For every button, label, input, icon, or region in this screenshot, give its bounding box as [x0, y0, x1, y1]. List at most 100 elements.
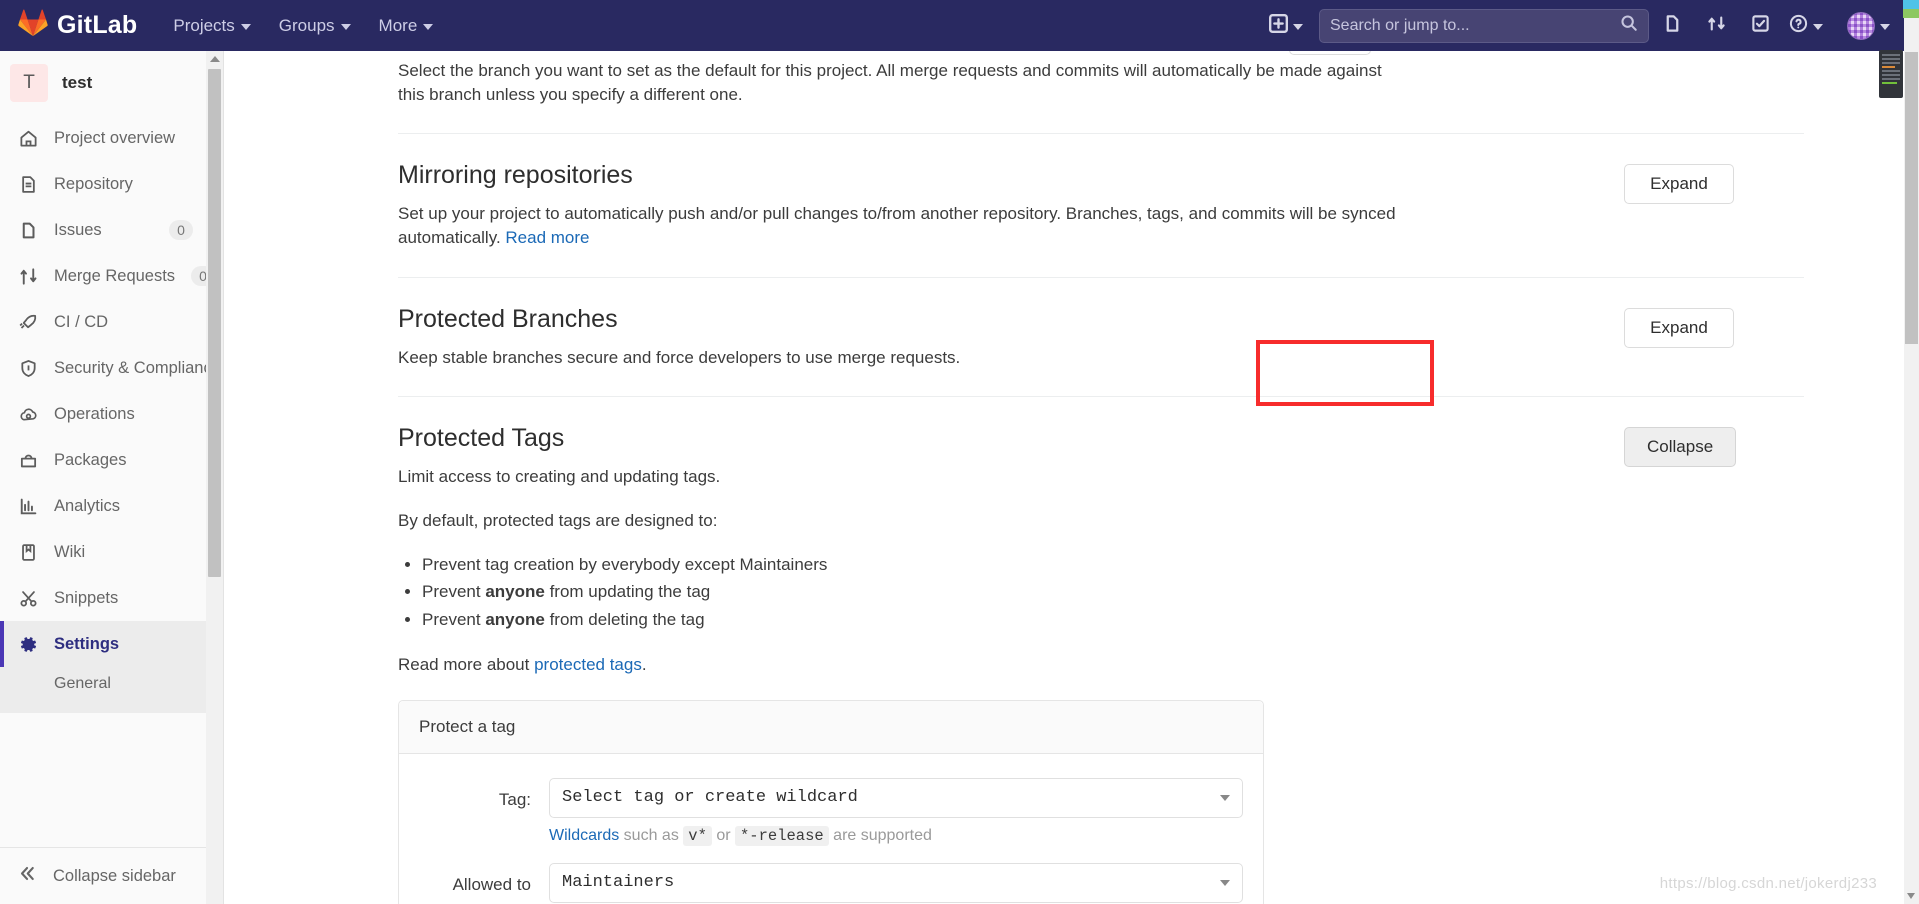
scissors-icon	[18, 589, 38, 608]
sidebar-label: Repository	[54, 174, 133, 193]
new-item-button[interactable]	[1263, 13, 1309, 38]
issues-icon	[18, 221, 38, 240]
allowed-to-label: Allowed to	[452, 874, 531, 894]
mirroring-read-more-link[interactable]: Read more	[505, 228, 589, 247]
sidebar-item-settings[interactable]: Settings	[0, 621, 207, 667]
section-protected-branches-title: Protected Branches	[398, 304, 618, 333]
tag-select-dropdown[interactable]: Select tag or create wildcard	[549, 777, 1243, 818]
bullet-text-bold: anyone	[485, 609, 545, 629]
help-mid-1: such as	[619, 826, 684, 844]
settings-sections: Select the branch you want to set as the…	[398, 51, 1804, 904]
search-input[interactable]	[1330, 16, 1620, 35]
allowed-to-control: Maintainers	[549, 862, 1263, 903]
gitlab-logo-icon	[18, 9, 48, 42]
wildcards-link[interactable]: Wildcards	[549, 827, 619, 844]
nav-projects[interactable]: Projects	[159, 0, 264, 51]
chevron-down-icon	[340, 23, 351, 30]
minimap-line	[1882, 74, 1900, 76]
sidebar-item-merge-requests[interactable]: Merge Requests 0	[0, 253, 207, 299]
nav-groups[interactable]: Groups	[265, 0, 365, 51]
sidebar-scroll-region: T test Project overview Repository Issue…	[0, 51, 207, 904]
section-mirroring-action: Expand	[1624, 160, 1804, 205]
project-sidebar: T test Project overview Repository Issue…	[0, 51, 224, 904]
sidebar-badge-merge-requests: 0	[191, 266, 207, 286]
help-icon	[1789, 14, 1808, 38]
protected-tags-collapse-button[interactable]: Collapse	[1624, 426, 1737, 467]
mirroring-expand-button[interactable]: Expand	[1624, 164, 1734, 205]
sidebar-item-security-compliance[interactable]: Security & Compliance	[0, 345, 207, 391]
allowed-to-form-row: Allowed to Maintainers	[399, 862, 1263, 903]
tag-field-label: Tag:	[498, 789, 531, 809]
bullet-text-pre: Prevent tag creation by everybody except…	[422, 554, 828, 574]
nav-groups-label: Groups	[278, 15, 335, 35]
list-item: Prevent tag creation by everybody except…	[422, 551, 1584, 579]
home-icon	[18, 129, 38, 148]
project-name: test	[62, 73, 93, 92]
rocket-icon	[18, 313, 38, 332]
todos-nav-button[interactable]	[1739, 5, 1781, 47]
sidebar-badge-issues: 0	[169, 220, 193, 240]
merge-requests-nav-button[interactable]	[1695, 5, 1737, 47]
bullet-text-bold: anyone	[485, 582, 545, 602]
chevron-down-icon	[423, 23, 434, 30]
chevron-down-icon	[1220, 879, 1230, 886]
protect-a-tag-card-header: Protect a tag	[399, 700, 1263, 754]
sidebar-label: Wiki	[54, 542, 86, 561]
sidebar-label: Operations	[54, 404, 135, 423]
sidebar-item-operations[interactable]: Operations	[0, 391, 207, 437]
sidebar-item-wiki[interactable]: Wiki	[0, 529, 207, 575]
sidebar-item-analytics[interactable]: Analytics	[0, 483, 207, 529]
section-protected-branches-body: Protected Branches Keep stable branches …	[398, 304, 1624, 370]
section-protected-tags: Protected Tags Limit access to creating …	[398, 397, 1804, 904]
help-button[interactable]	[1783, 14, 1829, 38]
tag-field-control: Select tag or create wildcard Wildcards …	[549, 777, 1263, 846]
tag-select-value: Select tag or create wildcard	[562, 788, 858, 808]
scroll-down-arrow-icon[interactable]	[1907, 893, 1915, 899]
issues-nav-button[interactable]	[1651, 5, 1693, 47]
sidebar-item-packages[interactable]: Packages	[0, 437, 207, 483]
allowed-to-dropdown[interactable]: Maintainers	[549, 862, 1243, 903]
section-default-branch-body: Select the branch you want to set as the…	[398, 51, 1624, 107]
collapse-sidebar-button[interactable]: Collapse sidebar	[0, 847, 207, 904]
nav-more[interactable]: More	[365, 0, 448, 51]
code-minimap-overlay	[1879, 50, 1903, 98]
sidebar-scrollbar-thumb[interactable]	[208, 69, 221, 577]
sidebar-item-settings-general[interactable]: General	[0, 669, 207, 699]
sidebar-item-snippets[interactable]: Snippets	[0, 575, 207, 621]
section-mirroring-title: Mirroring repositories	[398, 161, 633, 190]
minimap-line	[1882, 78, 1900, 80]
sidebar-scrollbar[interactable]	[206, 51, 223, 904]
sidebar-item-project-overview[interactable]: Project overview	[0, 115, 207, 161]
page-scrollbar-thumb[interactable]	[1905, 52, 1918, 344]
section-protected-tags-action: Collapse	[1624, 423, 1804, 467]
section-mirroring-body: Mirroring repositories Set up your proje…	[398, 160, 1624, 250]
search-box[interactable]	[1319, 8, 1649, 43]
protected-branches-expand-button[interactable]: Expand	[1624, 307, 1734, 348]
section-mirroring-repositories: Mirroring repositories Set up your proje…	[398, 134, 1804, 278]
sidebar-item-repository[interactable]: Repository	[0, 161, 207, 207]
todos-icon	[1751, 14, 1770, 38]
help-mid-2: or	[711, 826, 735, 844]
gitlab-brand[interactable]: GitLab	[18, 9, 137, 42]
scroll-up-arrow-icon[interactable]	[209, 56, 220, 62]
section-protected-tags-title: Protected Tags	[398, 423, 565, 452]
default-branch-description: Select the branch you want to set as the…	[398, 61, 1382, 105]
sidebar-item-issues[interactable]: Issues 0	[0, 207, 207, 253]
partial-expand-button-above[interactable]	[1289, 51, 1371, 55]
gear-icon	[18, 635, 38, 654]
help-end: are supported	[828, 826, 932, 844]
protected-tags-doc-link[interactable]: protected tags	[534, 655, 642, 674]
tag-wildcards-help: Wildcards such as v* or *-release are su…	[549, 825, 1243, 846]
sidebar-project-header[interactable]: T test	[0, 51, 207, 115]
read-more-pre: Read more about	[398, 655, 535, 675]
sidebar-label: Issues	[54, 220, 102, 239]
sidebar-label: Snippets	[54, 588, 119, 607]
search-icon[interactable]	[1620, 14, 1638, 37]
sidebar-label: Settings	[54, 634, 120, 653]
plus-square-icon	[1269, 13, 1288, 38]
package-icon	[18, 451, 38, 470]
list-item: Prevent anyone from updating the tag	[422, 578, 1584, 606]
user-menu-button[interactable]	[1847, 11, 1890, 40]
page-scrollbar[interactable]	[1904, 0, 1919, 904]
sidebar-item-ci-cd[interactable]: CI / CD	[0, 299, 207, 345]
